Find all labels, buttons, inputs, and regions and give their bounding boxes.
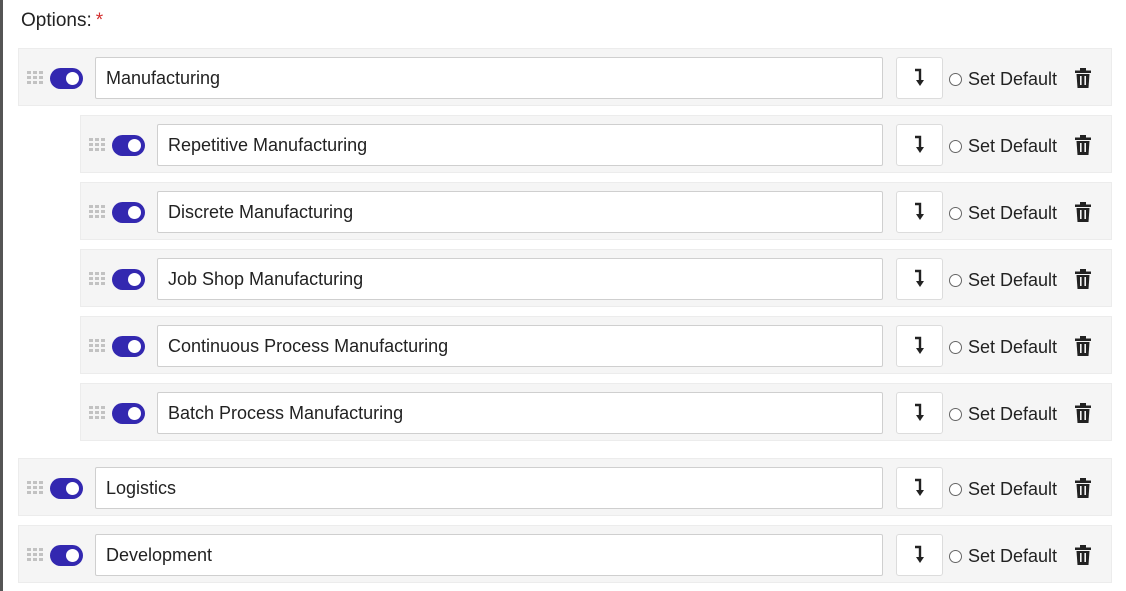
set-default-option[interactable]: Set Default bbox=[948, 202, 1057, 224]
arrow-turn-down-icon bbox=[915, 269, 924, 287]
enable-toggle[interactable] bbox=[50, 68, 83, 89]
trash-icon[interactable] bbox=[1074, 68, 1092, 88]
sub-option-row: Set Default bbox=[80, 182, 1112, 240]
trash-icon[interactable] bbox=[1074, 135, 1092, 155]
option-label-input[interactable] bbox=[95, 467, 883, 509]
sub-option-row: Set Default bbox=[80, 383, 1112, 441]
trash-icon[interactable] bbox=[1074, 478, 1092, 498]
set-default-label: Set Default bbox=[967, 403, 1057, 424]
set-default-option[interactable]: Set Default bbox=[948, 68, 1057, 90]
enable-toggle[interactable] bbox=[112, 336, 145, 357]
set-default-radio[interactable] bbox=[948, 273, 962, 287]
add-subitem-button[interactable] bbox=[896, 191, 943, 233]
enable-toggle[interactable] bbox=[112, 135, 145, 156]
set-default-option[interactable]: Set Default bbox=[948, 135, 1057, 157]
arrow-turn-down-icon bbox=[915, 478, 924, 496]
enable-toggle[interactable] bbox=[112, 269, 145, 290]
sub-option-row: Set Default bbox=[80, 249, 1112, 307]
set-default-option[interactable]: Set Default bbox=[948, 545, 1057, 567]
options-label: Options: * bbox=[21, 10, 103, 32]
arrow-turn-down-icon bbox=[915, 135, 924, 153]
set-default-radio[interactable] bbox=[948, 206, 962, 220]
add-subitem-button[interactable] bbox=[896, 325, 943, 367]
drag-handle-icon[interactable] bbox=[89, 272, 107, 285]
drag-handle-icon[interactable] bbox=[89, 138, 107, 151]
add-subitem-button[interactable] bbox=[896, 258, 943, 300]
sub-option-row: Set Default bbox=[80, 115, 1112, 173]
set-default-radio[interactable] bbox=[948, 482, 962, 496]
drag-handle-icon[interactable] bbox=[89, 406, 107, 419]
set-default-label: Set Default bbox=[967, 269, 1057, 290]
set-default-label: Set Default bbox=[967, 478, 1057, 499]
trash-icon[interactable] bbox=[1074, 545, 1092, 565]
enable-toggle[interactable] bbox=[50, 478, 83, 499]
set-default-label: Set Default bbox=[967, 68, 1057, 89]
set-default-label: Set Default bbox=[967, 545, 1057, 566]
enable-toggle[interactable] bbox=[112, 403, 145, 424]
set-default-option[interactable]: Set Default bbox=[948, 336, 1057, 358]
option-label-input[interactable] bbox=[95, 534, 883, 576]
add-subitem-button[interactable] bbox=[896, 534, 943, 576]
trash-icon[interactable] bbox=[1074, 269, 1092, 289]
set-default-option[interactable]: Set Default bbox=[948, 269, 1057, 291]
option-label-input[interactable] bbox=[157, 258, 883, 300]
option-row: Set Default bbox=[18, 48, 1112, 106]
drag-handle-icon[interactable] bbox=[27, 481, 45, 494]
arrow-turn-down-icon bbox=[915, 403, 924, 421]
set-default-radio[interactable] bbox=[948, 72, 962, 86]
add-subitem-button[interactable] bbox=[896, 392, 943, 434]
enable-toggle[interactable] bbox=[50, 545, 83, 566]
arrow-turn-down-icon bbox=[915, 545, 924, 563]
option-label-input[interactable] bbox=[95, 57, 883, 99]
drag-handle-icon[interactable] bbox=[27, 71, 45, 84]
enable-toggle[interactable] bbox=[112, 202, 145, 223]
set-default-label: Set Default bbox=[967, 336, 1057, 357]
option-row: Set Default bbox=[18, 458, 1112, 516]
drag-handle-icon[interactable] bbox=[89, 339, 107, 352]
options-label-text: Options: bbox=[21, 10, 92, 31]
set-default-option[interactable]: Set Default bbox=[948, 403, 1057, 425]
add-subitem-button[interactable] bbox=[896, 467, 943, 509]
trash-icon[interactable] bbox=[1074, 336, 1092, 356]
option-row: Set Default bbox=[18, 525, 1112, 583]
option-label-input[interactable] bbox=[157, 191, 883, 233]
set-default-radio[interactable] bbox=[948, 340, 962, 354]
option-label-input[interactable] bbox=[157, 124, 883, 166]
arrow-turn-down-icon bbox=[915, 68, 924, 86]
set-default-radio[interactable] bbox=[948, 139, 962, 153]
sub-option-row: Set Default bbox=[80, 316, 1112, 374]
trash-icon[interactable] bbox=[1074, 202, 1092, 222]
arrow-turn-down-icon bbox=[915, 202, 924, 220]
set-default-label: Set Default bbox=[967, 202, 1057, 223]
drag-handle-icon[interactable] bbox=[89, 205, 107, 218]
option-label-input[interactable] bbox=[157, 325, 883, 367]
drag-handle-icon[interactable] bbox=[27, 548, 45, 561]
set-default-radio[interactable] bbox=[948, 407, 962, 421]
set-default-radio[interactable] bbox=[948, 549, 962, 563]
left-border bbox=[0, 0, 3, 591]
option-label-input[interactable] bbox=[157, 392, 883, 434]
set-default-label: Set Default bbox=[967, 135, 1057, 156]
arrow-turn-down-icon bbox=[915, 336, 924, 354]
trash-icon[interactable] bbox=[1074, 403, 1092, 423]
required-marker: * bbox=[95, 10, 104, 31]
set-default-option[interactable]: Set Default bbox=[948, 478, 1057, 500]
add-subitem-button[interactable] bbox=[896, 57, 943, 99]
add-subitem-button[interactable] bbox=[896, 124, 943, 166]
